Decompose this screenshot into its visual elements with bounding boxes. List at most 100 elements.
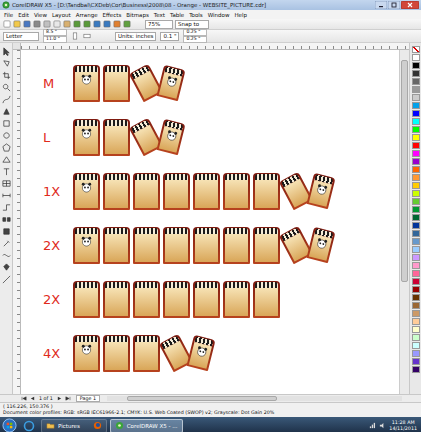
color-swatch[interactable]: [412, 334, 420, 341]
gift-box[interactable]: [223, 227, 250, 264]
gift-box[interactable]: [253, 173, 280, 210]
dimension-icon[interactable]: [2, 191, 11, 200]
start-orb-icon[interactable]: [2, 418, 17, 432]
menu-item[interactable]: Effects: [103, 12, 122, 18]
gift-box[interactable]: [163, 281, 190, 318]
color-swatch[interactable]: [412, 238, 420, 245]
volume-icon[interactable]: [379, 422, 386, 429]
gift-box[interactable]: [73, 227, 100, 264]
connector-icon[interactable]: [2, 203, 11, 212]
color-swatch[interactable]: [412, 94, 420, 101]
table-icon[interactable]: [2, 179, 11, 188]
color-swatch[interactable]: [412, 118, 420, 125]
no-color-swatch[interactable]: [412, 46, 420, 53]
horizontal-scrollbar[interactable]: [107, 396, 402, 401]
gift-box[interactable]: [133, 281, 160, 318]
vertical-scrollbar[interactable]: [399, 50, 409, 394]
unfolded-box[interactable]: [135, 64, 187, 102]
gift-box[interactable]: [253, 281, 280, 318]
text-tool-icon[interactable]: [2, 167, 11, 176]
color-swatch[interactable]: [412, 254, 420, 261]
menu-item[interactable]: Tools: [189, 12, 203, 18]
color-swatch[interactable]: [412, 262, 420, 269]
undo-icon[interactable]: [73, 20, 81, 28]
fill-icon[interactable]: [2, 263, 11, 272]
page-width-field[interactable]: 8.5 ": [43, 29, 67, 36]
rectangle-icon[interactable]: [2, 119, 11, 128]
copy-icon[interactable]: [53, 20, 61, 28]
crop-icon[interactable]: [2, 71, 11, 80]
network-icon[interactable]: [369, 422, 376, 429]
color-swatch[interactable]: [412, 286, 420, 293]
menu-item[interactable]: Arrange: [76, 12, 98, 18]
cut-icon[interactable]: [43, 20, 51, 28]
size-label[interactable]: 2X: [43, 238, 73, 253]
color-swatch[interactable]: [412, 62, 420, 69]
outline-icon[interactable]: [2, 251, 11, 260]
color-swatch[interactable]: [412, 318, 420, 325]
color-swatch[interactable]: [412, 278, 420, 285]
gift-box[interactable]: [193, 281, 220, 318]
page-tab[interactable]: Page 1: [76, 395, 100, 402]
shape-icon[interactable]: [2, 59, 11, 68]
color-swatch[interactable]: [412, 166, 420, 173]
zoom-icon[interactable]: [2, 83, 11, 92]
size-label[interactable]: L: [43, 130, 73, 145]
color-swatch[interactable]: [412, 214, 420, 221]
scroll-thumb[interactable]: [401, 60, 408, 282]
clock[interactable]: 11:28 AM14/11/2011: [389, 420, 419, 431]
unfolded-box[interactable]: [285, 226, 337, 264]
color-swatch[interactable]: [412, 270, 420, 277]
gift-box[interactable]: [73, 335, 100, 372]
gift-box[interactable]: [223, 173, 250, 210]
nudge-field[interactable]: 0.1 ": [160, 32, 179, 41]
gift-box[interactable]: [103, 119, 130, 156]
ellipse-icon[interactable]: [2, 131, 11, 140]
polygon-icon[interactable]: [2, 143, 11, 152]
menu-item[interactable]: Layout: [52, 12, 71, 18]
last-page-icon[interactable]: [64, 396, 71, 401]
menu-item[interactable]: File: [4, 12, 13, 18]
print-icon[interactable]: [33, 20, 41, 28]
welcome-screen-icon[interactable]: [123, 20, 131, 28]
drawing-canvas[interactable]: ML1X2X2X4X: [21, 50, 399, 394]
gift-box[interactable]: [103, 281, 130, 318]
duplicate-x-field[interactable]: 0.25 ": [183, 29, 207, 36]
color-swatch[interactable]: [412, 222, 420, 229]
menu-item[interactable]: View: [34, 12, 47, 18]
gift-box[interactable]: [163, 173, 190, 210]
menu-item[interactable]: Text: [154, 12, 165, 18]
units-dropdown[interactable]: Units: inches: [115, 32, 156, 41]
color-swatch[interactable]: [412, 78, 420, 85]
portrait-icon[interactable]: [71, 32, 79, 40]
color-swatch[interactable]: [412, 142, 420, 149]
pick-icon[interactable]: [2, 47, 11, 56]
internet-explorer-icon[interactable]: [23, 420, 35, 432]
color-swatch[interactable]: [412, 110, 420, 117]
color-swatch[interactable]: [412, 182, 420, 189]
application-launcher-icon[interactable]: [113, 20, 121, 28]
size-label[interactable]: M: [43, 76, 73, 91]
gift-box[interactable]: [73, 281, 100, 318]
paste-icon[interactable]: [63, 20, 71, 28]
gift-box[interactable]: [103, 227, 130, 264]
gift-box[interactable]: [73, 65, 100, 102]
maximize-icon[interactable]: [388, 1, 400, 9]
menu-item[interactable]: Table: [170, 12, 184, 18]
landscape-icon[interactable]: [83, 32, 91, 40]
gift-box[interactable]: [103, 65, 130, 102]
color-swatch[interactable]: [412, 246, 420, 253]
taskbar-button[interactable]: Pictures: [41, 419, 107, 432]
transparency-icon[interactable]: [2, 227, 11, 236]
menu-item[interactable]: Help: [234, 12, 247, 18]
color-swatch[interactable]: [412, 174, 420, 181]
size-label[interactable]: 4X: [43, 346, 73, 361]
gift-box[interactable]: [223, 281, 250, 318]
smart-fill-icon[interactable]: [2, 107, 11, 116]
color-swatch[interactable]: [412, 158, 420, 165]
unfolded-box[interactable]: [165, 334, 217, 372]
size-label[interactable]: 2X: [43, 292, 73, 307]
basic-shapes-icon[interactable]: [2, 155, 11, 164]
gift-box[interactable]: [73, 119, 100, 156]
menu-item[interactable]: Bitmaps: [126, 12, 149, 18]
